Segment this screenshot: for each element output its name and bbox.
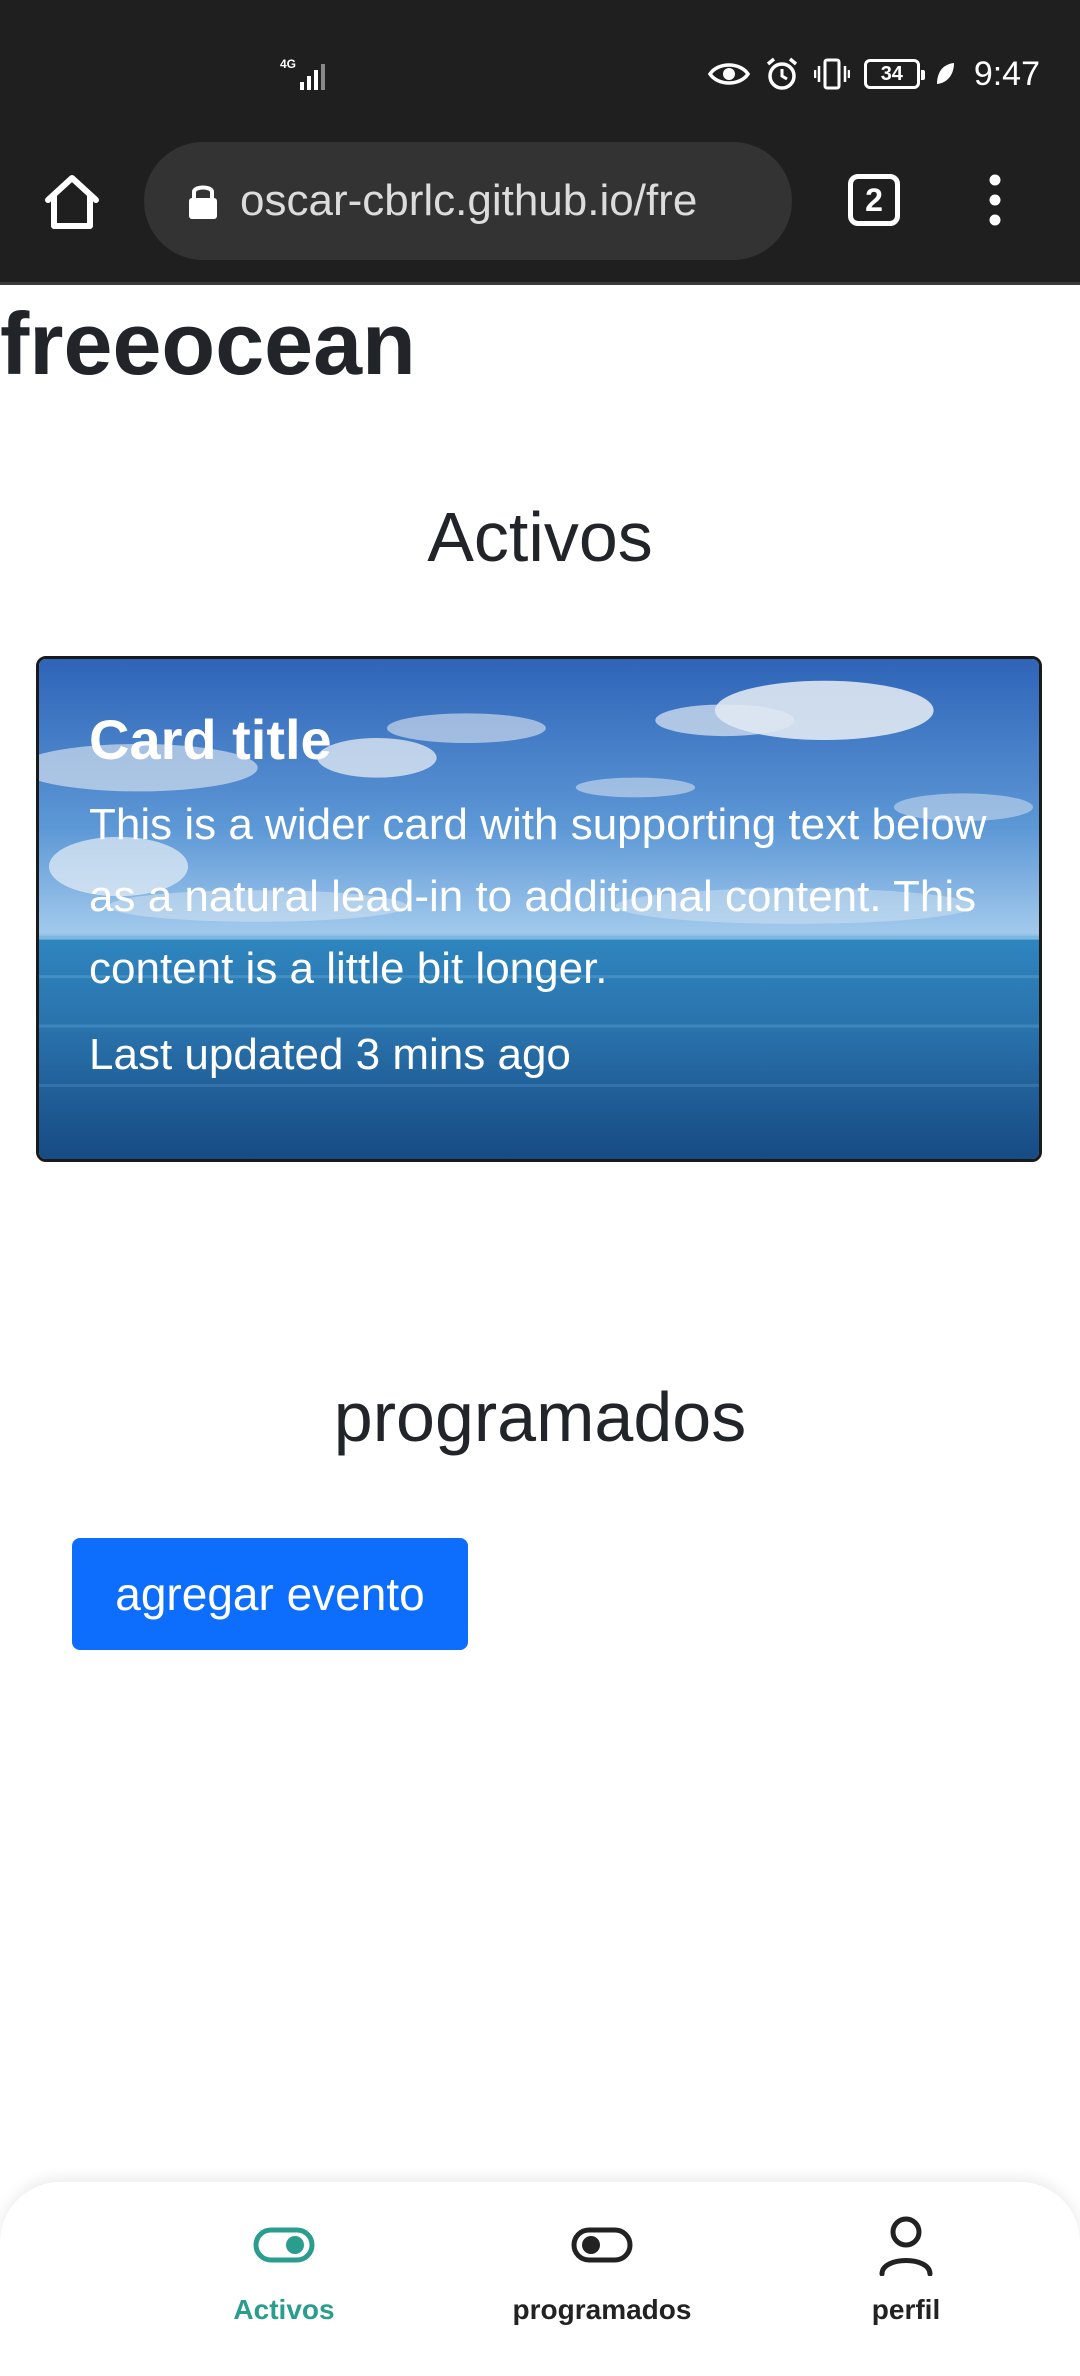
vibrate-icon (813, 58, 850, 90)
battery-icon: 34 (863, 59, 925, 89)
lock-icon (189, 185, 217, 219)
nav-label-programados: programados (512, 2294, 692, 2325)
card-body: Card title This is a wider card with sup… (89, 709, 989, 1081)
url-text[interactable]: oscar-cbrlc.github.io/fre (240, 176, 697, 226)
network-type: 4G (280, 57, 296, 71)
leaf-icon (936, 63, 954, 84)
bottom-nav: Activos programados perfil (0, 2182, 1080, 2376)
card-text: This is a wider card with supporting tex… (89, 799, 987, 993)
nav-item-perfil[interactable]: perfil (836, 2182, 976, 2376)
more-menu-icon[interactable] (980, 172, 1010, 228)
toggle-off-icon (571, 2227, 633, 2263)
home-icon[interactable] (40, 170, 104, 234)
clock: 9:47 (973, 54, 1040, 93)
card-title: Card title (89, 708, 332, 771)
section-title-programados: programados (333, 1378, 747, 1456)
card-updated-text: Last updated 3 mins ago (89, 1029, 571, 1079)
browser-toolbar: oscar-cbrlc.github.io/fre 2 (0, 140, 1080, 285)
site-brand: freeocean (0, 294, 416, 393)
battery-level: 34 (880, 62, 903, 85)
tab-count: 2 (865, 181, 883, 218)
signal-icon: 4G (280, 57, 325, 90)
nav-item-programados[interactable]: programados (488, 2182, 716, 2376)
toggle-on-icon (253, 2227, 315, 2263)
section-title-activos: Activos (427, 498, 653, 576)
alarm-icon (766, 57, 797, 90)
eye-icon (707, 63, 750, 85)
status-bar: 4G 34 9:47 (0, 0, 1080, 140)
add-event-button[interactable]: agregar evento (72, 1538, 468, 1650)
person-icon (879, 2216, 933, 2276)
status-icons: 34 9:47 (707, 52, 1040, 96)
event-card[interactable]: Card title This is a wider card with sup… (36, 656, 1042, 1162)
nav-label-perfil: perfil (871, 2294, 941, 2325)
address-bar[interactable]: oscar-cbrlc.github.io/fre (144, 142, 792, 260)
nav-item-activos[interactable]: Activos (200, 2182, 368, 2376)
nav-label-activos: Activos (233, 2294, 335, 2325)
tab-switcher-button[interactable]: 2 (848, 174, 900, 226)
